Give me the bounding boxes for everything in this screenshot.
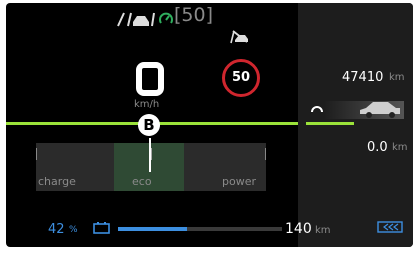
battery-percent: 42	[48, 222, 65, 237]
battery-level-track	[118, 227, 282, 231]
meter-label-charge: charge	[38, 175, 76, 188]
cruise-gauge-icon	[159, 12, 173, 24]
adas-car-icon	[117, 12, 155, 27]
battery-percent-unit: %	[69, 225, 78, 235]
gear-indicator: B	[138, 114, 160, 136]
tick	[151, 148, 152, 160]
speed-unit: km/h	[134, 99, 160, 110]
meter-label-eco: eco	[132, 175, 152, 188]
meter-label-power: power	[222, 175, 256, 188]
cluster-screen: [50] km/h 50 B charge eco power 47410 km	[6, 3, 413, 247]
power-meter: charge eco power	[36, 143, 266, 191]
tick	[36, 148, 37, 160]
no-lane-assist-icon	[230, 30, 248, 44]
speed-digit	[136, 62, 164, 96]
car-side-icon	[360, 102, 400, 118]
trip-value: 0.0	[367, 140, 388, 155]
regen-icon	[377, 221, 403, 233]
set-speed-limit: [50]	[174, 4, 214, 26]
power-baseline-right	[306, 122, 354, 125]
battery-icon	[93, 222, 110, 234]
tick	[265, 148, 266, 160]
speed-limit-sign: 50	[222, 59, 260, 97]
right-info-panel	[298, 3, 413, 247]
battery-level-fill	[118, 227, 187, 231]
gear-value: B	[143, 116, 155, 134]
odometer-value: 47410	[342, 70, 384, 85]
range-unit: km	[315, 225, 331, 236]
power-needle	[149, 138, 151, 172]
odometer-unit: km	[389, 72, 405, 83]
speed-limit-value: 50	[231, 70, 251, 85]
reset-loop-icon	[311, 106, 323, 113]
range-value: 140	[285, 221, 312, 237]
trip-unit: km	[392, 142, 408, 153]
